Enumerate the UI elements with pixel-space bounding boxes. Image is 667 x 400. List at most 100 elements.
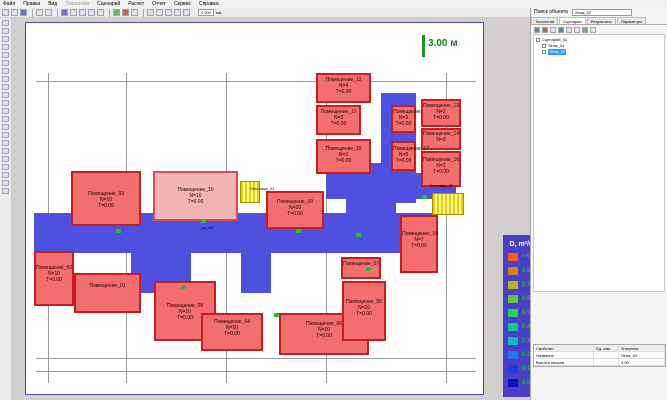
next-icon[interactable] (590, 26, 596, 33)
room[interactable]: Помещение_19 N=7 T=0.00 (400, 215, 438, 273)
open-icon[interactable] (11, 9, 18, 16)
exit-icon[interactable] (2, 60, 9, 66)
door[interactable] (296, 229, 301, 233)
flag-icon[interactable] (174, 9, 181, 16)
zoom-in-icon[interactable] (79, 9, 86, 16)
tab-scenarios[interactable]: Сценарии (559, 17, 586, 24)
menu-scenario[interactable]: Сценарий (97, 1, 120, 7)
select-icon[interactable] (61, 9, 68, 16)
room-icon[interactable] (2, 36, 9, 42)
menu-view[interactable]: Вид (48, 1, 57, 7)
run-icon[interactable] (113, 9, 120, 16)
pause-icon[interactable] (131, 9, 138, 16)
rotate-icon[interactable] (2, 140, 9, 146)
menu-edit[interactable]: Правка (23, 1, 40, 7)
menu-calculation[interactable]: Расчет (128, 1, 144, 7)
add-icon[interactable] (550, 26, 556, 33)
smoke-icon[interactable] (2, 84, 9, 90)
measure-icon[interactable] (165, 9, 172, 16)
zoom-out-icon[interactable] (88, 9, 95, 16)
people-icon[interactable] (2, 68, 9, 74)
room[interactable]: Помещение_12 N=4 T=0.00 (316, 73, 371, 103)
door[interactable] (274, 313, 279, 317)
room[interactable]: Помещение_13 N=2 T=0.00 (421, 99, 461, 127)
menu-topology[interactable]: Топология (65, 1, 89, 7)
pan-icon[interactable] (70, 9, 77, 16)
property-value[interactable]: Этаж_02 (619, 352, 665, 358)
camera-icon[interactable] (2, 180, 9, 186)
search-input[interactable]: Этаж_02 (571, 9, 632, 16)
expand-icon[interactable] (536, 38, 540, 42)
door-icon[interactable] (2, 44, 9, 50)
redo-icon[interactable] (45, 9, 52, 16)
tab-parameters[interactable]: Параметры (616, 17, 647, 24)
polygon-icon[interactable] (2, 124, 9, 130)
room[interactable]: Помещение_05 N=10 T=0.00 (342, 281, 386, 341)
play-icon[interactable] (582, 26, 588, 33)
edit-icon[interactable] (558, 26, 564, 33)
room[interactable]: Помещение_15 N=3 T=0.00 (316, 139, 371, 174)
move-icon[interactable] (2, 132, 9, 138)
line-icon[interactable] (2, 108, 9, 114)
drawing-canvas[interactable]: 3.00 м Помещение_03 N=10 T=0.00 Помещени… (12, 18, 544, 400)
tab-results[interactable]: Результаты (586, 17, 616, 24)
stairs-02[interactable] (432, 193, 464, 215)
measure-tool-icon[interactable] (2, 164, 9, 170)
rect-icon[interactable] (2, 116, 9, 122)
save-icon[interactable] (20, 9, 27, 16)
floor-plan-frame[interactable]: 3.00 м Помещение_03 N=10 T=0.00 Помещени… (25, 22, 544, 397)
menu-help[interactable]: Справка (199, 1, 219, 7)
scenario-tree[interactable]: Сценарий_01 Этаж_01 Этаж_02 (533, 34, 665, 292)
door[interactable] (366, 267, 371, 271)
vent-icon[interactable] (2, 100, 9, 106)
room[interactable]: Помещение_03 N=10 T=0.00 (71, 171, 141, 226)
wall-icon[interactable] (2, 28, 9, 34)
door[interactable] (356, 233, 361, 237)
tree-item[interactable]: Этаж_02 (536, 49, 662, 55)
expand-icon[interactable] (542, 44, 546, 48)
delete-icon[interactable] (2, 156, 9, 162)
copy-icon[interactable] (566, 26, 572, 33)
arrow-icon[interactable] (574, 26, 580, 33)
stairs-icon[interactable] (2, 52, 9, 58)
room[interactable]: Помещение_16 N=2 T=0.00 (421, 151, 461, 187)
text-icon[interactable] (183, 9, 190, 16)
property-value[interactable]: 3.00 (619, 359, 665, 365)
room[interactable]: Помещение_01 (74, 273, 141, 313)
table-row[interactable]: Высота начала 3.00 (534, 359, 665, 366)
corridor[interactable] (241, 253, 271, 293)
fire-icon[interactable] (2, 76, 9, 82)
room[interactable]: Помещение_11 N=3 T=0.00 (316, 105, 361, 135)
room[interactable]: Помещение_07 (341, 257, 381, 279)
delete-icon[interactable] (542, 26, 548, 33)
refresh-icon[interactable] (534, 26, 540, 33)
table-row[interactable]: Название Этаж_02 (534, 352, 665, 359)
room[interactable]: Помещение_17 N=3 T=0.00 (391, 141, 429, 171)
label-icon[interactable] (2, 172, 9, 178)
new-icon[interactable] (2, 9, 9, 16)
time-field[interactable]: 0.000 (198, 9, 215, 16)
layer-icon[interactable] (156, 9, 163, 16)
settings-icon[interactable] (2, 188, 9, 194)
door[interactable] (181, 285, 186, 289)
menu-service[interactable]: Сервис (174, 1, 191, 7)
door[interactable] (116, 229, 121, 233)
room[interactable]: Помещение_09 N=10 T=0.00 (266, 191, 324, 229)
room[interactable]: Помещение_18 N=3 T=0.00 (391, 105, 429, 133)
undo-icon[interactable] (36, 9, 43, 16)
door[interactable] (422, 195, 427, 199)
pointer-icon[interactable] (2, 20, 9, 26)
menu-file[interactable]: Файл (3, 1, 15, 7)
zoom-fit-icon[interactable] (97, 9, 104, 16)
room[interactable]: Помещение_04 N=10 T=0.00 (201, 313, 263, 351)
door[interactable] (201, 219, 206, 223)
stop-icon[interactable] (122, 9, 129, 16)
copy-icon[interactable] (2, 148, 9, 154)
sensor-icon[interactable] (2, 92, 9, 98)
room[interactable]: Помещение_02 N=10 T=0.00 (34, 251, 74, 306)
menu-report[interactable]: Отчет (152, 1, 166, 7)
tab-topology[interactable]: Топология (531, 17, 559, 24)
grid-icon[interactable] (147, 9, 154, 16)
room[interactable]: Помещение_10 N=10 T=0.00 (153, 171, 238, 221)
stairs-01[interactable] (240, 181, 260, 203)
